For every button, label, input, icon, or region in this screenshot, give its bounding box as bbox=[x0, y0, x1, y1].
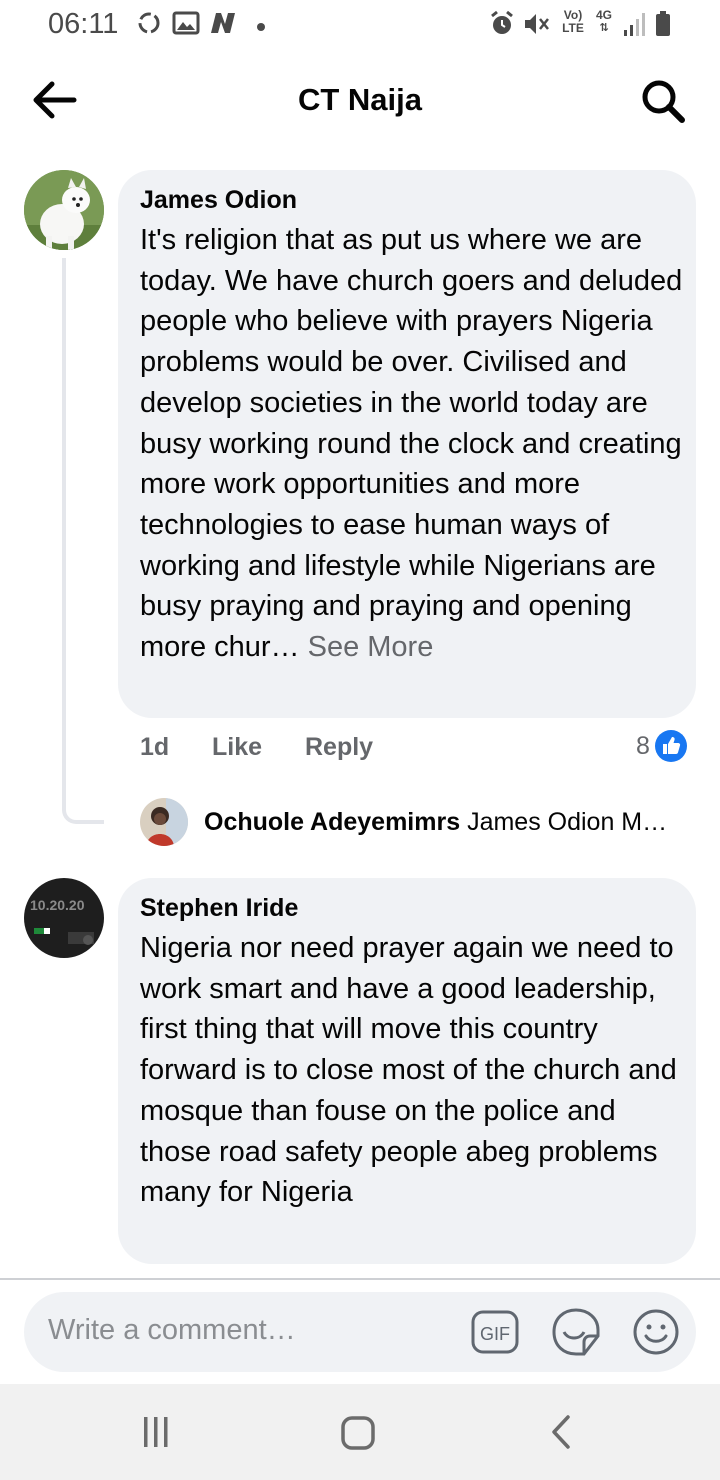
gallery-icon bbox=[172, 10, 200, 41]
back-nav-icon bbox=[552, 1415, 570, 1449]
comment-author[interactable]: James Odion bbox=[140, 186, 297, 215]
comment-actions: 1d Like Reply bbox=[140, 733, 700, 765]
reply-avatar[interactable] bbox=[140, 798, 188, 846]
battery-icon bbox=[654, 10, 672, 43]
recent-apps-icon bbox=[144, 1417, 168, 1447]
avatar[interactable]: 10.20.20 bbox=[24, 878, 104, 958]
reply-button[interactable]: Reply bbox=[305, 733, 373, 762]
like-button[interactable]: Like bbox=[212, 733, 262, 762]
gif-button[interactable]: GIF bbox=[470, 1307, 520, 1357]
system-nav-bar bbox=[0, 1384, 720, 1480]
comment-bubble[interactable]: James Odion It's religion that as put us… bbox=[118, 170, 696, 718]
sticker-button[interactable] bbox=[550, 1306, 602, 1358]
composer-divider bbox=[0, 1278, 720, 1280]
reaction-count: 8 bbox=[636, 731, 650, 760]
gif-icon: GIF bbox=[471, 1310, 519, 1354]
reply-author: Ochuole Adeyemimrs bbox=[204, 808, 461, 836]
network-type-label: 4G bbox=[595, 8, 612, 22]
dot-icon bbox=[256, 19, 266, 37]
comment-time: 1d bbox=[140, 733, 170, 761]
thread-line bbox=[62, 258, 104, 824]
back-nav-button[interactable] bbox=[544, 1414, 580, 1455]
comment-author[interactable]: Stephen Iride bbox=[140, 894, 298, 923]
alarm-icon bbox=[488, 10, 516, 43]
emoji-icon bbox=[633, 1309, 679, 1355]
signal-icon bbox=[622, 10, 648, 43]
comment-text: It's religion that as put us where we ar… bbox=[140, 220, 684, 668]
gif-label: GIF bbox=[480, 1324, 510, 1344]
comment-input[interactable]: Write a comment… bbox=[48, 1314, 296, 1347]
comment-body: It's religion that as put us where we ar… bbox=[140, 224, 683, 664]
mute-icon bbox=[522, 10, 550, 43]
comment-text: Nigeria nor need prayer again we need to… bbox=[140, 932, 677, 1209]
search-icon bbox=[642, 80, 685, 123]
4g-icon: 4G ⇅ bbox=[592, 9, 616, 35]
status-time: 06:11 bbox=[48, 8, 119, 40]
protest-avatar-image: 10.20.20 bbox=[24, 878, 104, 958]
comment-composer[interactable]: Write a comment… GIF bbox=[24, 1292, 696, 1372]
recent-apps-button[interactable] bbox=[138, 1414, 174, 1455]
home-icon bbox=[341, 1416, 375, 1450]
reply-snippet: James Odion M… bbox=[467, 808, 668, 836]
n-icon bbox=[208, 10, 238, 41]
reaction-summary[interactable]: 8 bbox=[636, 728, 688, 764]
avatar-overlay-text: 10.20.20 bbox=[30, 897, 85, 913]
avatar[interactable] bbox=[24, 170, 104, 250]
sync-icon bbox=[136, 10, 162, 41]
status-bar: 06:11 Vo) LTE 4G ⇅ bbox=[0, 0, 720, 50]
network-arrows: ⇅ bbox=[599, 22, 609, 34]
emoji-button[interactable] bbox=[630, 1306, 682, 1358]
sticker-icon bbox=[552, 1308, 600, 1356]
reply-preview[interactable]: Ochuole Adeyemimrs James Odion M… bbox=[204, 808, 667, 837]
see-more-link[interactable]: See More bbox=[308, 631, 434, 663]
dog-avatar-image bbox=[24, 170, 104, 250]
volte-icon: Vo) LTE bbox=[558, 9, 588, 35]
comment-bubble[interactable]: Stephen Iride Nigeria nor need prayer ag… bbox=[118, 878, 696, 1264]
page-title: CT Naija bbox=[297, 82, 423, 117]
search-button[interactable] bbox=[638, 76, 688, 126]
volte-bottom-label: LTE bbox=[562, 21, 584, 35]
home-button[interactable] bbox=[338, 1414, 378, 1459]
person-avatar-image bbox=[140, 798, 188, 846]
like-reaction-icon bbox=[654, 730, 687, 762]
app-header: CT Naija bbox=[0, 60, 720, 140]
